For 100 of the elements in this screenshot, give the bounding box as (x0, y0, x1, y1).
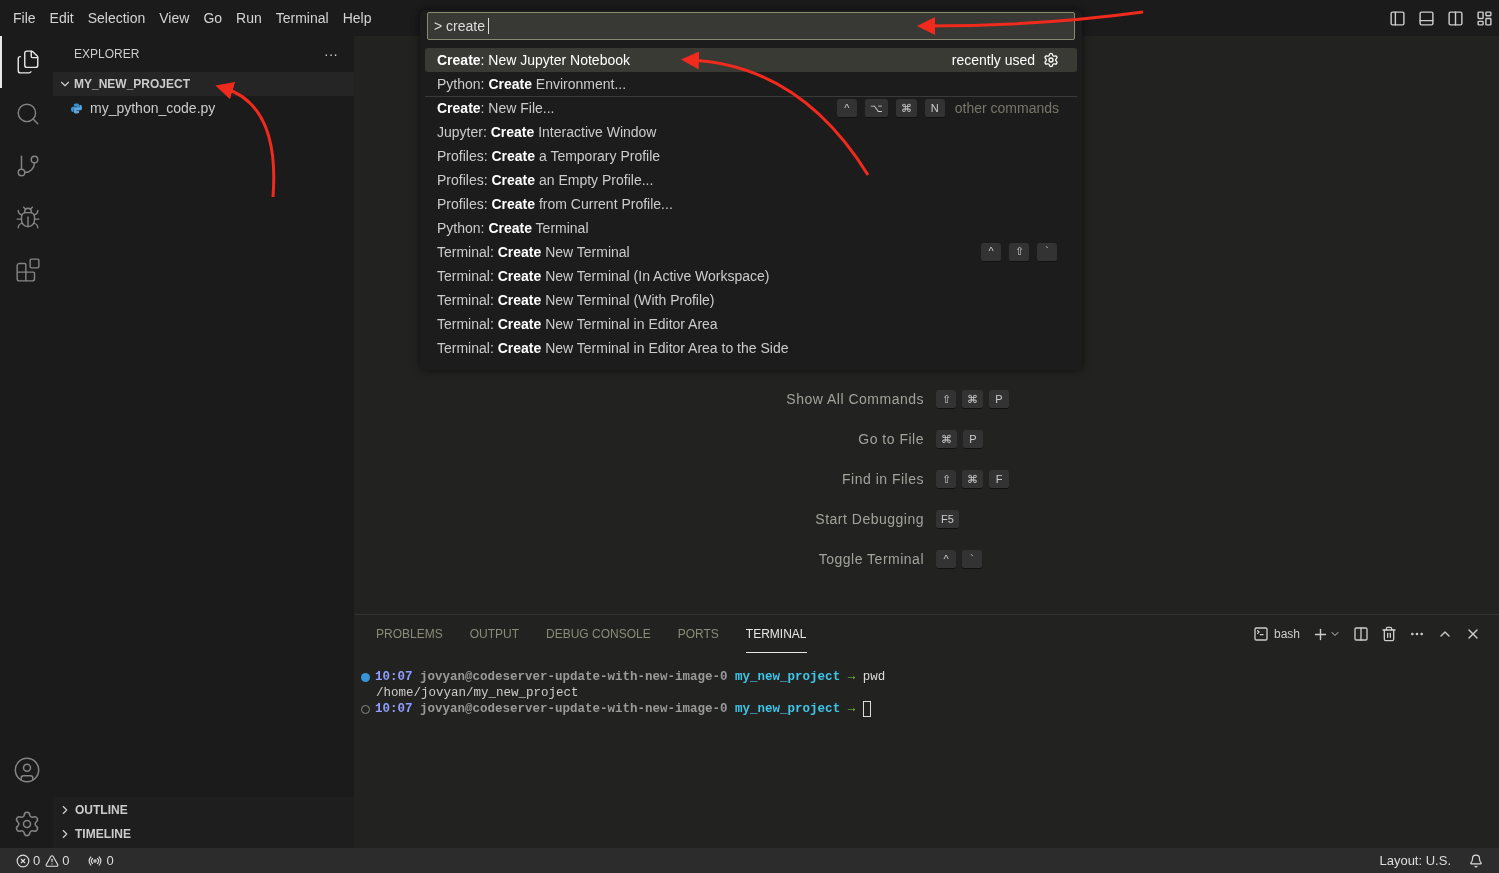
file-name: my_python_code.py (90, 98, 216, 118)
port-count[interactable]: 0 (106, 850, 114, 871)
command-label: Jupyter: Create Interactive Window (437, 122, 657, 142)
gear-icon[interactable] (1043, 52, 1059, 68)
command-item[interactable]: Create: New File... ^ ⌥ ⌘ N other commands (425, 96, 1077, 120)
shortcut-label: Start Debugging (814, 510, 924, 529)
panel-tab[interactable]: PORTS (677, 615, 719, 653)
command-label: Python: Create Environment... (437, 74, 627, 94)
command-label: Create: New Jupyter Notebook (437, 50, 630, 70)
keycap: ` (1037, 242, 1057, 262)
command-item[interactable]: Profiles: Create a Temporary Profile (425, 144, 1077, 168)
keycap: ⇧ (1009, 242, 1029, 262)
command-label: Profiles: Create an Empty Profile... (437, 170, 654, 190)
terminal-prompt: 10:07 jovyan@codeserver-update-with-new-image-0 my_new_project → (375, 669, 857, 685)
keycap: ` (962, 550, 982, 569)
menu-item[interactable]: View (152, 7, 197, 29)
command-label: Terminal: Create New Terminal (437, 242, 630, 262)
keycap: ⌘ (962, 470, 983, 489)
terminal-output: /home/jovyan/my_new_project (375, 685, 579, 701)
error-icon (16, 853, 30, 868)
folder-header[interactable]: MY_NEW_PROJECT (53, 72, 354, 96)
command-item[interactable]: Terminal: Create New Terminal (With Profile) (425, 288, 1077, 312)
keycap: ⇧ (936, 470, 956, 489)
command-label: Create: New File... (437, 99, 555, 118)
panel-tab[interactable]: DEBUG CONSOLE (546, 615, 651, 653)
keycap: P (963, 430, 983, 449)
keycap: ⌘ (895, 99, 917, 118)
warning-count[interactable]: 0 (62, 850, 70, 871)
panel-tab[interactable]: TERMINAL (745, 615, 807, 653)
command-label: Terminal: Create New Terminal (With Profile) (437, 290, 715, 310)
keycap: ⇧ (936, 390, 956, 409)
python-icon (71, 102, 82, 114)
keycap: P (989, 390, 1009, 409)
command-label: Terminal: Create New Terminal (In Active Workspace) (437, 266, 770, 286)
folder-name: MY_NEW_PROJECT (74, 76, 191, 93)
section-title: TIMELINE (75, 826, 131, 843)
split-icon[interactable] (1353, 626, 1369, 642)
terminal-prompt: 10:07 jovyan@codeserver-update-with-new-image-0 my_new_project → (375, 701, 857, 717)
bug-icon[interactable] (14, 205, 41, 231)
tree-row[interactable]: my_python_code.py (53, 96, 354, 120)
command-item[interactable]: Terminal: Create New Terminal in Editor Area (425, 312, 1077, 336)
command-item[interactable]: Terminal: Create New Terminal (In Active Workspace) (425, 264, 1077, 288)
menu-item[interactable]: Go (196, 7, 230, 29)
warning-icon (45, 853, 60, 868)
command-label: Profiles: Create from Current Profile... (437, 194, 673, 214)
command-item[interactable]: Profiles: Create an Empty Profile... (425, 168, 1077, 192)
trash-icon[interactable] (1381, 626, 1397, 642)
keycap: F5 (936, 510, 959, 529)
command-item[interactable]: Create: New Jupyter Notebook recently used (425, 48, 1077, 72)
sidebar-title: EXPLORER (74, 46, 140, 63)
split-layout-icon[interactable] (1447, 9, 1464, 27)
menu-item[interactable]: File (6, 7, 43, 29)
keycap: ⌘ (936, 430, 957, 449)
command-item[interactable]: Profiles: Create from Current Profile... (425, 192, 1077, 216)
notification-icon[interactable] (1469, 853, 1483, 868)
command-note: recently used (951, 50, 1035, 70)
keycap: F (989, 470, 1009, 489)
shortcut-label: Go to File (857, 430, 924, 449)
keycap: ⌘ (962, 390, 983, 409)
keycap: ^ (981, 242, 1001, 262)
keyboard-layout[interactable]: Layout: U.S. (1379, 850, 1451, 871)
command-item[interactable]: Python: Create Environment... (425, 72, 1077, 96)
shortcut-label: Find in Files (841, 470, 924, 489)
keycap: N (924, 99, 945, 118)
command-label: Python: Create Terminal (437, 218, 589, 238)
shortcut-label: Show All Commands (785, 390, 924, 409)
command-item[interactable]: Terminal: Create New Terminal in Editor Area to the Side (425, 336, 1077, 360)
command-label: Terminal: Create New Terminal in Editor Area (437, 314, 718, 334)
command-item[interactable]: Python: Create Terminal (425, 216, 1077, 240)
panel-tab[interactable]: OUTPUT (469, 615, 520, 653)
keycap: ⌥ (864, 99, 888, 118)
command-item[interactable]: Jupyter: Create Interactive Window (425, 120, 1077, 144)
panel-toggle-icon[interactable] (1418, 9, 1435, 27)
broadcast-icon (88, 853, 103, 868)
section-header[interactable]: OUTLINE (53, 798, 354, 822)
menu-item[interactable]: Selection (80, 7, 153, 29)
command-note: other commands (954, 99, 1059, 118)
shell-name[interactable]: bash (1273, 625, 1300, 643)
command-input[interactable]: > create (427, 12, 1075, 40)
sidebar-toggle-icon[interactable] (1389, 9, 1406, 27)
menu-item[interactable]: Help (335, 7, 379, 29)
menu-item[interactable]: Run (229, 7, 269, 29)
panel-tab[interactable]: PROBLEMS (376, 615, 443, 653)
command-label: Profiles: Create a Temporary Profile (437, 146, 661, 166)
keycap: ^ (836, 99, 857, 118)
input-value: > create (434, 16, 485, 36)
text-cursor (488, 18, 489, 34)
section-header[interactable]: TIMELINE (53, 822, 354, 846)
error-count[interactable]: 0 (33, 850, 41, 871)
account-icon[interactable] (12, 756, 41, 784)
layout-icon[interactable] (1476, 9, 1493, 27)
terminal-command: pwd (862, 669, 886, 685)
menu-item[interactable]: Edit (42, 7, 81, 29)
shortcut-label: Toggle Terminal (817, 550, 924, 569)
more-actions-button[interactable]: ··· (324, 43, 338, 65)
terminal-icon[interactable] (1252, 626, 1269, 642)
menu-item[interactable]: Terminal (268, 7, 336, 29)
command-label: Terminal: Create New Terminal in Editor Area to the Side (437, 338, 789, 358)
command-item[interactable]: Terminal: Create New Terminal ^ ⇧ ` (425, 240, 1077, 264)
blocks-icon[interactable] (14, 257, 41, 283)
